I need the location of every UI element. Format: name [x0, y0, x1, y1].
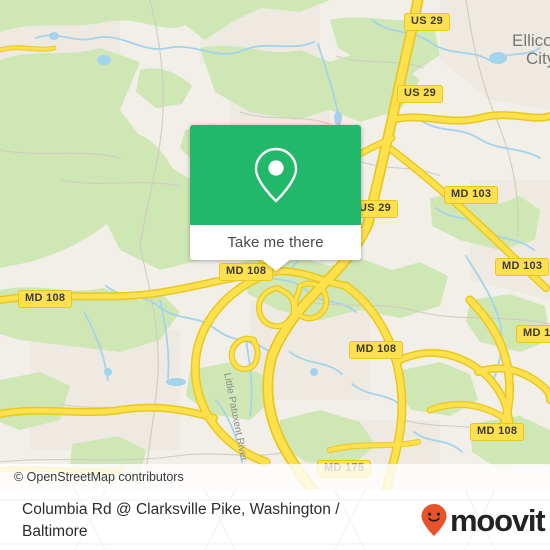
moovit-brand[interactable]: moovit — [420, 500, 546, 540]
road-shield-us-29-north[interactable]: US 29 — [404, 13, 451, 31]
place-label-city: City — [526, 49, 550, 68]
road-shield-md-10-edge[interactable]: MD 10 — [516, 325, 550, 343]
road-shield-md-108-mid[interactable]: MD 108 — [349, 341, 404, 359]
road-shield-md-103-upper[interactable]: MD 103 — [444, 186, 499, 204]
map-attribution-text[interactable]: © OpenStreetMap contributors — [0, 470, 184, 484]
take-me-there-button[interactable]: Take me there — [190, 225, 361, 260]
callout-tail — [261, 259, 291, 271]
station-callout-card[interactable]: Take me there — [190, 125, 361, 271]
page-title: Columbia Rd @ Clarksville Pike, Washingt… — [22, 501, 340, 540]
place-label-ellicott: Ellicott — [512, 31, 550, 50]
callout-pin-panel — [190, 125, 361, 225]
moovit-wordmark: moovit — [450, 502, 546, 538]
take-me-there-label: Take me there — [227, 234, 324, 251]
moovit-station-card: Ellicott City Little Patuxent River US 2… — [0, 0, 550, 550]
road-shield-md-108-right[interactable]: MD 108 — [470, 423, 525, 441]
map-pin-icon — [254, 147, 297, 203]
map-attribution-bar: © OpenStreetMap contributors — [0, 464, 550, 490]
road-shield-md-103-lower[interactable]: MD 103 — [495, 258, 550, 276]
map-viewport[interactable]: Ellicott City Little Patuxent River US 2… — [0, 0, 550, 490]
moovit-smiley-pin-icon — [421, 504, 447, 536]
road-shield-us-29-mid[interactable]: US 29 — [397, 85, 444, 103]
road-shield-md-108-left[interactable]: MD 108 — [18, 290, 73, 308]
